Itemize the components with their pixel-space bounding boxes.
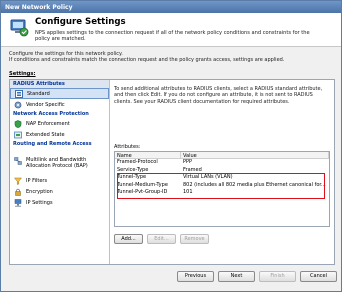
next-button[interactable]: Next <box>218 271 255 282</box>
attribute-name: Framed-Protocol <box>117 159 158 165</box>
sidebar-item-label: Extended State <box>26 131 65 138</box>
multilink-icon <box>14 157 22 165</box>
previous-button[interactable]: Previous <box>177 271 214 282</box>
intro-line-2: If conditions and constraints match the … <box>9 57 285 64</box>
sidebar-item-extended-state[interactable]: Extended State <box>10 129 109 140</box>
section-radius-attributes: RADIUS Attributes <box>10 80 109 88</box>
header-description: NPS applies settings to the connection r… <box>35 30 310 43</box>
add-button[interactable]: Add... <box>114 234 143 244</box>
sidebar-item-standard[interactable]: Standard <box>10 88 109 99</box>
table-header: Name Value <box>115 152 329 159</box>
sidebar-item-nap-enforcement[interactable]: NAP Enforcement <box>10 118 109 129</box>
sidebar-item-multilink-bap[interactable]: Multilink and Bandwidth Allocation Proto… <box>10 155 109 175</box>
edit-button[interactable]: Edit... <box>147 234 176 244</box>
sidebar-item-ip-filters[interactable]: IP Filters <box>10 175 109 186</box>
content-area: To send additional attributes to RADIUS … <box>114 86 330 105</box>
wizard-footer: Previous Next Finish Cancel <box>177 271 341 282</box>
remove-button[interactable]: Remove <box>180 234 209 244</box>
wizard-header: Configure Settings NPS applies settings … <box>1 13 341 47</box>
sidebar-item-label: Multilink and Bandwidth Allocation Proto… <box>26 157 88 169</box>
window-title: New Network Policy <box>1 1 341 13</box>
sidebar-item-label: NAP Enforcement <box>26 120 70 127</box>
filter-icon <box>14 177 22 185</box>
column-header-name[interactable]: Name <box>115 152 181 159</box>
section-routing-remote-access: Routing and Remote Access <box>13 141 92 147</box>
attributes-table[interactable]: Name Value Framed-Protocol PPP Service-T… <box>114 151 330 227</box>
sidebar-item-vendor-specific[interactable]: Vendor Specific <box>10 99 109 110</box>
dialog-window: New Network Policy Configure Settings NP… <box>0 0 342 292</box>
sidebar-item-label: Vendor Specific <box>26 101 65 108</box>
sidebar-item-label: Encryption <box>26 188 53 195</box>
settings-label: Settings: <box>9 71 36 77</box>
sidebar-item-ip-settings[interactable]: IP Settings <box>10 197 109 208</box>
sidebar-item-label: IP Filters <box>26 177 48 184</box>
network-icon <box>14 198 22 207</box>
lock-icon <box>14 188 22 196</box>
content-description: To send additional attributes to RADIUS … <box>114 86 323 105</box>
sidebar-item-encryption[interactable]: Encryption <box>10 186 109 197</box>
attribute-buttons: Add... Edit... Remove <box>114 234 213 244</box>
sidebar-item-label: IP Settings <box>26 199 53 206</box>
shield-icon <box>14 119 22 128</box>
settings-sidebar: RADIUS Attributes Standard Vendor Specif… <box>10 80 110 264</box>
attributes-label: Attributes: <box>114 144 141 150</box>
highlight-annotation-box <box>117 173 325 199</box>
section-network-access-protection: Network Access Protection <box>13 111 89 117</box>
attribute-value: PPP <box>183 159 193 165</box>
settings-panel: RADIUS Attributes Standard Vendor Specif… <box>9 79 335 265</box>
page-title: Configure Settings <box>35 17 126 27</box>
intro-text: Configure the settings for this network … <box>9 51 329 64</box>
nps-logo-icon <box>9 17 29 37</box>
table-row[interactable]: Framed-Protocol PPP <box>115 159 329 167</box>
state-icon <box>14 131 22 139</box>
column-header-value[interactable]: Value <box>181 152 329 159</box>
cancel-button[interactable]: Cancel <box>300 271 337 282</box>
sidebar-item-label: Standard <box>27 90 50 97</box>
finish-button[interactable]: Finish <box>259 271 296 282</box>
list-icon <box>15 89 23 98</box>
gear-icon <box>14 101 22 109</box>
